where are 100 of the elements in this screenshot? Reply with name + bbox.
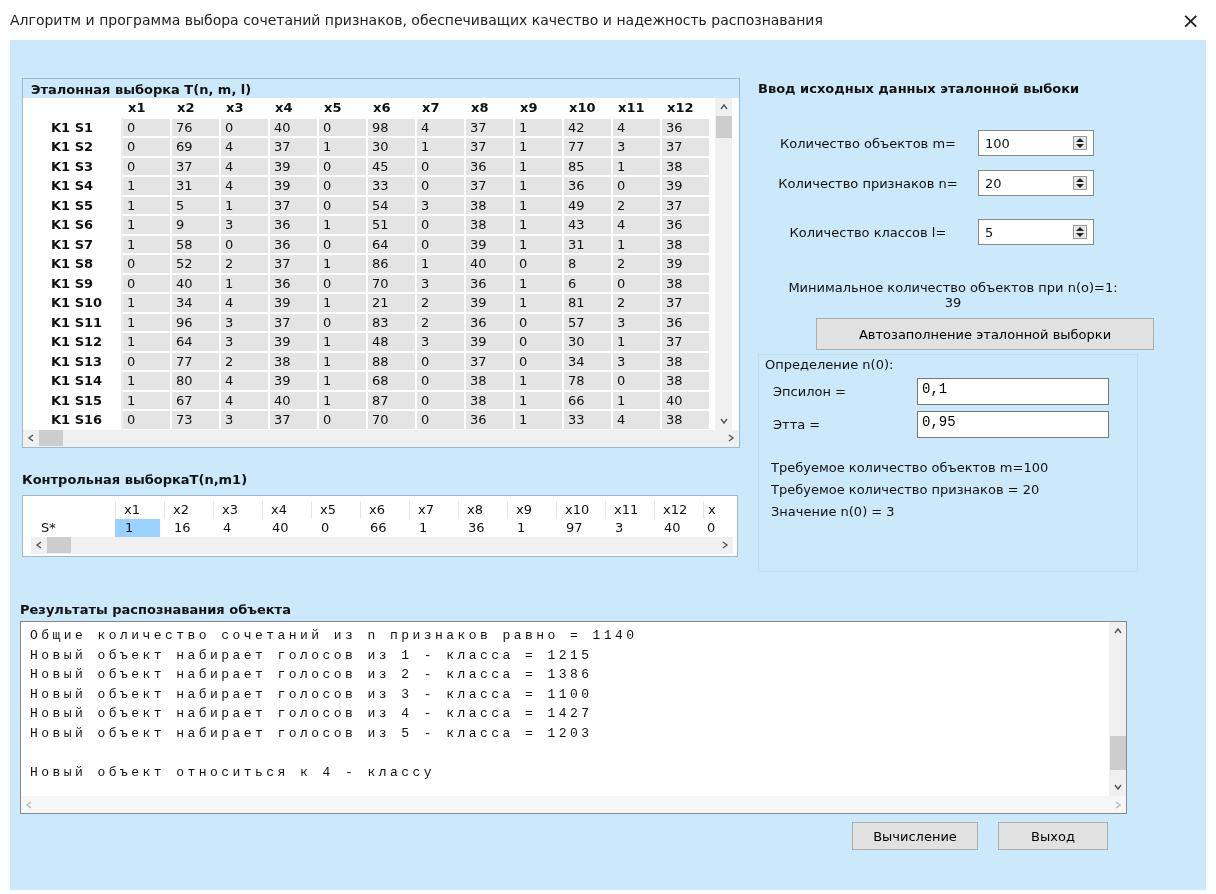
table-cell[interactable]: 1 (319, 255, 366, 273)
results-text-area[interactable] (20, 621, 1127, 814)
table-cell[interactable]: 9 (172, 216, 219, 234)
table-cell[interactable]: 3 (613, 313, 660, 331)
table-cell[interactable]: 37 (270, 255, 317, 273)
table-cell[interactable]: 1 (123, 235, 170, 253)
table-cell[interactable]: 3 (613, 352, 660, 370)
table-cell[interactable]: 37 (466, 177, 513, 195)
table-cell[interactable]: 37 (270, 138, 317, 156)
table-cell[interactable]: 38 (270, 352, 317, 370)
table-cell[interactable]: 30 (368, 138, 415, 156)
table-cell[interactable]: 85 (564, 157, 611, 175)
table-cell[interactable]: 1 (123, 177, 170, 195)
table-cell[interactable]: 42 (564, 118, 611, 136)
table-cell[interactable]: 1 (613, 391, 660, 409)
table-cell[interactable]: 39 (662, 177, 709, 195)
table-cell[interactable]: 0 (319, 157, 366, 175)
table-cell[interactable]: 0 (417, 391, 464, 409)
table-cell[interactable]: 1 (515, 274, 562, 292)
table-cell[interactable]: 37 (662, 196, 709, 214)
scroll-down-icon[interactable] (1112, 782, 1123, 792)
table-cell[interactable]: 1 (123, 333, 170, 351)
number-field[interactable]: 20 (978, 170, 1094, 196)
table-cell[interactable]: 68 (368, 372, 415, 390)
scrollbar-thumb[interactable] (47, 537, 71, 553)
table-cell[interactable]: 0 (319, 313, 366, 331)
table-cell[interactable]: 0 (417, 157, 464, 175)
table-cell[interactable]: 1 (515, 138, 562, 156)
table-cell[interactable]: 2 (417, 294, 464, 312)
spin-buttons-icon[interactable] (1073, 176, 1087, 190)
table-cell[interactable]: 0 (515, 313, 562, 331)
table-cell[interactable]: 1 (515, 196, 562, 214)
table-cell[interactable]: 33 (368, 177, 415, 195)
table-cell[interactable]: 3 (221, 216, 268, 234)
table-cell[interactable]: 70 (368, 411, 415, 429)
table-cell[interactable]: 2 (613, 294, 660, 312)
table-cell[interactable]: 1 (515, 216, 562, 234)
table-cell[interactable]: 4 (221, 391, 268, 409)
table-cell[interactable]: 1 (319, 391, 366, 409)
number-field[interactable]: 100 (978, 130, 1094, 156)
table-cell[interactable]: 34 (172, 294, 219, 312)
table-cell[interactable]: 4 (221, 157, 268, 175)
table-cell[interactable]: 0 (703, 518, 723, 537)
table-cell[interactable]: 49 (564, 196, 611, 214)
table-cell[interactable]: 36 (662, 118, 709, 136)
table-cell[interactable]: 37 (172, 157, 219, 175)
table-cell[interactable]: 97 (556, 518, 605, 537)
number-field[interactable]: 5 (978, 219, 1094, 245)
table-cell[interactable]: 39 (466, 333, 513, 351)
scroll-up-icon[interactable] (718, 102, 729, 112)
table-cell[interactable]: 40 (662, 391, 709, 409)
vertical-scrollbar[interactable] (1109, 622, 1126, 796)
table-cell[interactable]: 38 (466, 391, 513, 409)
table-cell[interactable]: 88 (368, 352, 415, 370)
table-cell[interactable]: 0 (515, 255, 562, 273)
table-cell[interactable]: 52 (172, 255, 219, 273)
table-cell[interactable]: 4 (221, 372, 268, 390)
table-cell[interactable]: 36 (466, 274, 513, 292)
table-cell[interactable]: 4 (613, 216, 660, 234)
table-cell[interactable]: 0 (515, 352, 562, 370)
table-cell[interactable]: 48 (368, 333, 415, 351)
table-cell[interactable]: 64 (172, 333, 219, 351)
table-cell[interactable]: 76 (172, 118, 219, 136)
dialog-button[interactable]: Вычисление (852, 822, 978, 850)
table-cell[interactable]: 1 (613, 235, 660, 253)
table-cell[interactable]: 39 (466, 235, 513, 253)
table-cell[interactable]: 39 (270, 157, 317, 175)
table-cell[interactable]: 80 (172, 372, 219, 390)
table-cell[interactable]: 3 (417, 333, 464, 351)
table-cell[interactable]: 0 (613, 274, 660, 292)
table-cell[interactable]: 1 (515, 177, 562, 195)
table-cell[interactable]: 0 (221, 235, 268, 253)
table-cell[interactable]: 64 (368, 235, 415, 253)
horizontal-scrollbar[interactable] (31, 536, 733, 554)
table-cell[interactable]: 57 (564, 313, 611, 331)
table-cell[interactable]: 38 (662, 411, 709, 429)
table-cell[interactable]: 4 (417, 118, 464, 136)
table-cell[interactable]: 3 (605, 518, 654, 537)
table-cell[interactable]: 37 (662, 138, 709, 156)
table-cell[interactable]: 4 (221, 177, 268, 195)
table-cell[interactable]: 36 (662, 216, 709, 234)
table-cell[interactable]: 38 (466, 216, 513, 234)
table-cell[interactable]: 1 (319, 352, 366, 370)
table-cell[interactable]: 0 (319, 274, 366, 292)
horizontal-scrollbar[interactable] (23, 429, 739, 447)
table-cell[interactable]: 36 (662, 313, 709, 331)
table-cell[interactable]: 1 (115, 518, 160, 537)
table-cell[interactable]: 0 (319, 177, 366, 195)
table-cell[interactable]: 1 (515, 235, 562, 253)
table-cell[interactable]: 51 (368, 216, 415, 234)
table-cell[interactable]: 1 (515, 391, 562, 409)
table-cell[interactable]: 0 (221, 118, 268, 136)
table-cell[interactable]: 0 (319, 196, 366, 214)
table-cell[interactable]: 37 (662, 294, 709, 312)
table-cell[interactable]: 0 (123, 118, 170, 136)
table-cell[interactable]: 36 (564, 177, 611, 195)
table-cell[interactable]: 2 (221, 352, 268, 370)
table-cell[interactable]: 77 (564, 138, 611, 156)
table-cell[interactable]: 39 (466, 294, 513, 312)
vertical-scrollbar[interactable] (715, 98, 732, 430)
